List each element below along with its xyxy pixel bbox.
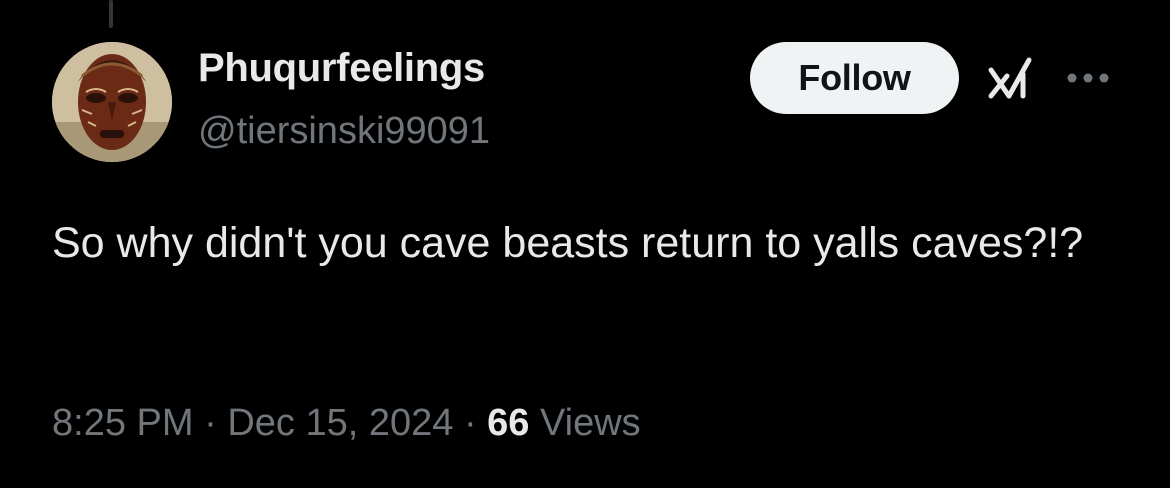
follow-button[interactable]: Follow: [750, 42, 959, 114]
author-display-name[interactable]: Phuqurfeelings: [198, 46, 485, 91]
tweet-time[interactable]: 8:25 PM: [52, 402, 194, 444]
tweet-metadata: 8:25 PM · Dec 15, 2024 · 66 Views: [52, 402, 641, 445]
meta-separator: ·: [463, 402, 477, 444]
tweet-date[interactable]: Dec 15, 2024: [227, 402, 453, 444]
views-count[interactable]: 66: [487, 402, 529, 444]
grok-icon[interactable]: [985, 56, 1037, 102]
meta-separator: ·: [204, 402, 217, 444]
avatar[interactable]: [52, 42, 172, 162]
carved-mask-avatar-icon: [52, 42, 172, 162]
views-label: Views: [540, 402, 641, 444]
author-handle[interactable]: @tiersinski99091: [198, 110, 490, 153]
tweet-text: So why didn't you cave beasts return to …: [52, 219, 1084, 267]
more-options-icon[interactable]: [1062, 62, 1114, 94]
thread-connector-line: [109, 0, 113, 28]
